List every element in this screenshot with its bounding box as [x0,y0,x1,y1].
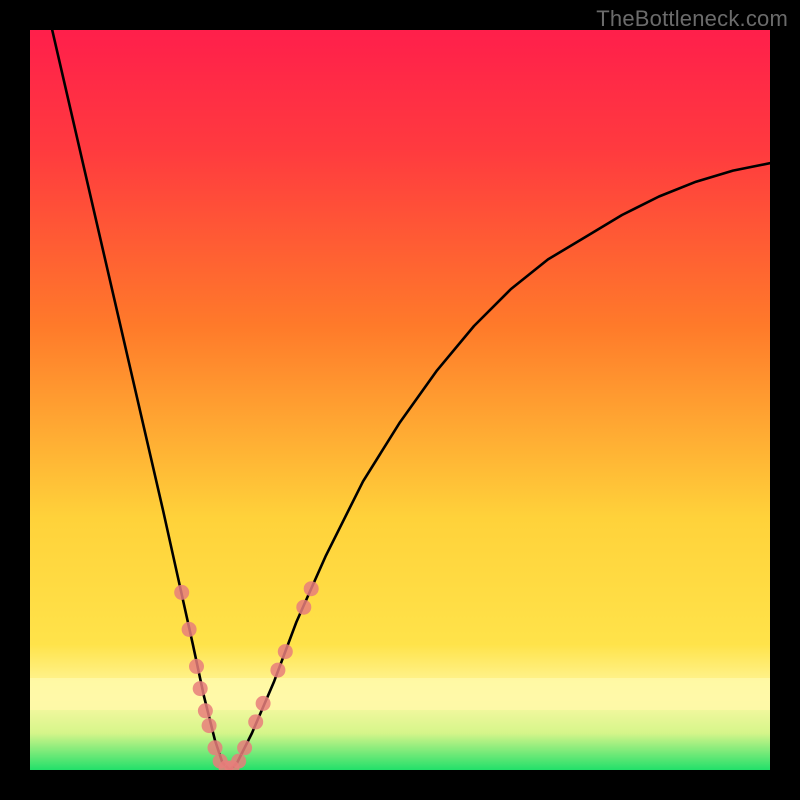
plot-area [30,30,770,770]
data-marker [296,600,311,615]
data-marker [182,622,197,637]
data-marker [304,581,319,596]
data-marker [189,659,204,674]
data-marker [231,754,246,769]
data-marker [202,718,217,733]
data-marker [208,740,223,755]
pale-band [30,678,770,710]
outer-frame: TheBottleneck.com [0,0,800,800]
data-marker [237,740,252,755]
data-marker [193,681,208,696]
watermark-text: TheBottleneck.com [596,6,788,32]
data-marker [198,703,213,718]
data-marker [278,644,293,659]
data-marker [174,585,189,600]
plot-svg [30,30,770,770]
data-marker [248,714,263,729]
gradient-background [30,30,770,770]
data-marker [270,663,285,678]
data-marker [256,696,271,711]
